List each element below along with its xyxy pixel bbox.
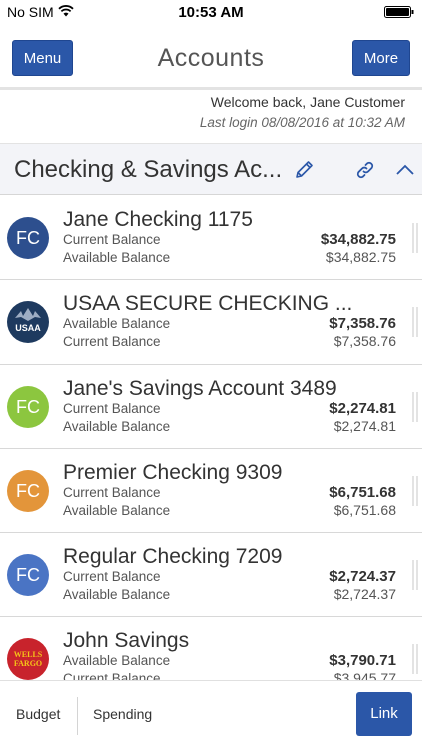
bank-avatar: FC <box>7 385 49 428</box>
chain-link-icon[interactable] <box>354 159 376 181</box>
account-row[interactable]: FC Jane's Savings Account 3489 Current B… <box>0 364 422 449</box>
drag-handle-icon[interactable] <box>412 307 418 338</box>
account-name: Regular Checking 7209 <box>63 545 283 569</box>
drag-handle-icon[interactable] <box>412 223 418 253</box>
balance-label-1: Current Balance <box>63 232 161 247</box>
balance-value-1: $6,751.68 <box>329 483 396 501</box>
bank-avatar: FC <box>7 469 49 512</box>
more-button[interactable]: More <box>352 40 410 76</box>
account-row[interactable]: USAA USAA SECURE CHECKING ... Available … <box>0 280 422 365</box>
balance-label-2: Available Balance <box>63 250 171 265</box>
svg-text:WELLS: WELLS <box>14 650 43 659</box>
account-row[interactable]: FC Premier Checking 9309 Current Balance… <box>0 448 422 534</box>
balance-label-2: Current Balance <box>63 334 161 350</box>
balance-label-1: Current Balance <box>63 400 161 416</box>
bank-avatar: FC <box>7 554 49 597</box>
drag-handle-icon[interactable] <box>412 560 418 591</box>
usaa-logo: USAA <box>7 301 49 344</box>
last-login-text: Last login 08/08/2016 at 10:32 AM <box>199 115 405 130</box>
account-row[interactable]: FC Jane Checking 1175 Current Balance Av… <box>0 196 422 281</box>
bottom-toolbar: Budget Spending Link <box>0 680 422 750</box>
battery-icon <box>384 6 414 18</box>
balance-value-2: $7,358.76 <box>333 333 396 350</box>
navigation-bar: Menu Accounts More <box>0 24 422 90</box>
balance-label-2: Available Balance <box>63 587 171 603</box>
account-row[interactable]: WELLS FARGO John Savings Available Balan… <box>0 617 422 680</box>
section-header[interactable]: Checking & Savings Ac... <box>0 143 422 195</box>
balance-label-1: Current Balance <box>63 569 161 585</box>
link-button[interactable]: Link <box>356 692 412 736</box>
account-name: Jane's Savings Account 3489 <box>63 376 337 400</box>
balance-label-1: Current Balance <box>63 484 161 500</box>
svg-text:USAA: USAA <box>15 323 41 333</box>
balance-label-2: Available Balance <box>63 418 171 434</box>
spending-tab[interactable]: Spending <box>93 706 152 722</box>
balance-label-2: Available Balance <box>63 502 171 518</box>
balance-value-1: $2,724.37 <box>329 568 396 586</box>
budget-tab[interactable]: Budget <box>16 706 60 722</box>
balance-label-1: Available Balance <box>63 653 171 669</box>
edit-pencil-icon[interactable] <box>293 159 315 181</box>
status-bar: No SIM 10:53 AM <box>0 0 422 24</box>
account-name: Jane Checking 1175 <box>63 208 253 231</box>
svg-text:FARGO: FARGO <box>14 659 42 668</box>
usaa-eagle-icon: USAA <box>15 308 41 333</box>
balance-value-2: $2,724.37 <box>333 586 396 603</box>
chevron-up-icon[interactable] <box>394 159 416 181</box>
clock: 10:53 AM <box>178 4 244 21</box>
section-title: Checking & Savings Ac... <box>14 156 283 183</box>
balance-value-1: $2,274.81 <box>329 399 396 417</box>
account-list: FC Jane Checking 1175 Current Balance Av… <box>0 196 422 680</box>
wells-fargo-logo: WELLS FARGO <box>7 638 49 680</box>
bank-avatar: FC <box>7 217 49 259</box>
account-name: Premier Checking 9309 <box>63 460 283 484</box>
welcome-greeting: Welcome back, Jane Customer <box>210 94 405 110</box>
balance-label-2: Current Balance <box>63 671 161 680</box>
drag-handle-icon[interactable] <box>412 644 418 675</box>
toolbar-divider <box>77 697 78 735</box>
balance-value-2: $34,882.75 <box>325 249 396 265</box>
balance-value-1: $7,358.76 <box>329 315 396 333</box>
balance-value-1: $3,790.71 <box>329 652 396 670</box>
balance-value-2: $3,945.77 <box>333 670 396 680</box>
balance-value-1: $34,882.75 <box>320 231 396 248</box>
balance-value-2: $6,751.68 <box>333 501 396 518</box>
account-name: John Savings <box>63 629 190 653</box>
balance-label-1: Available Balance <box>63 316 171 332</box>
account-row[interactable]: FC Regular Checking 7209 Current Balance… <box>0 533 422 618</box>
drag-handle-icon[interactable] <box>412 391 418 422</box>
account-name: USAA SECURE CHECKING ... <box>63 292 353 316</box>
drag-handle-icon[interactable] <box>412 475 418 506</box>
welcome-panel: Welcome back, Jane Customer Last login 0… <box>200 92 405 133</box>
balance-value-2: $2,274.81 <box>333 417 396 434</box>
